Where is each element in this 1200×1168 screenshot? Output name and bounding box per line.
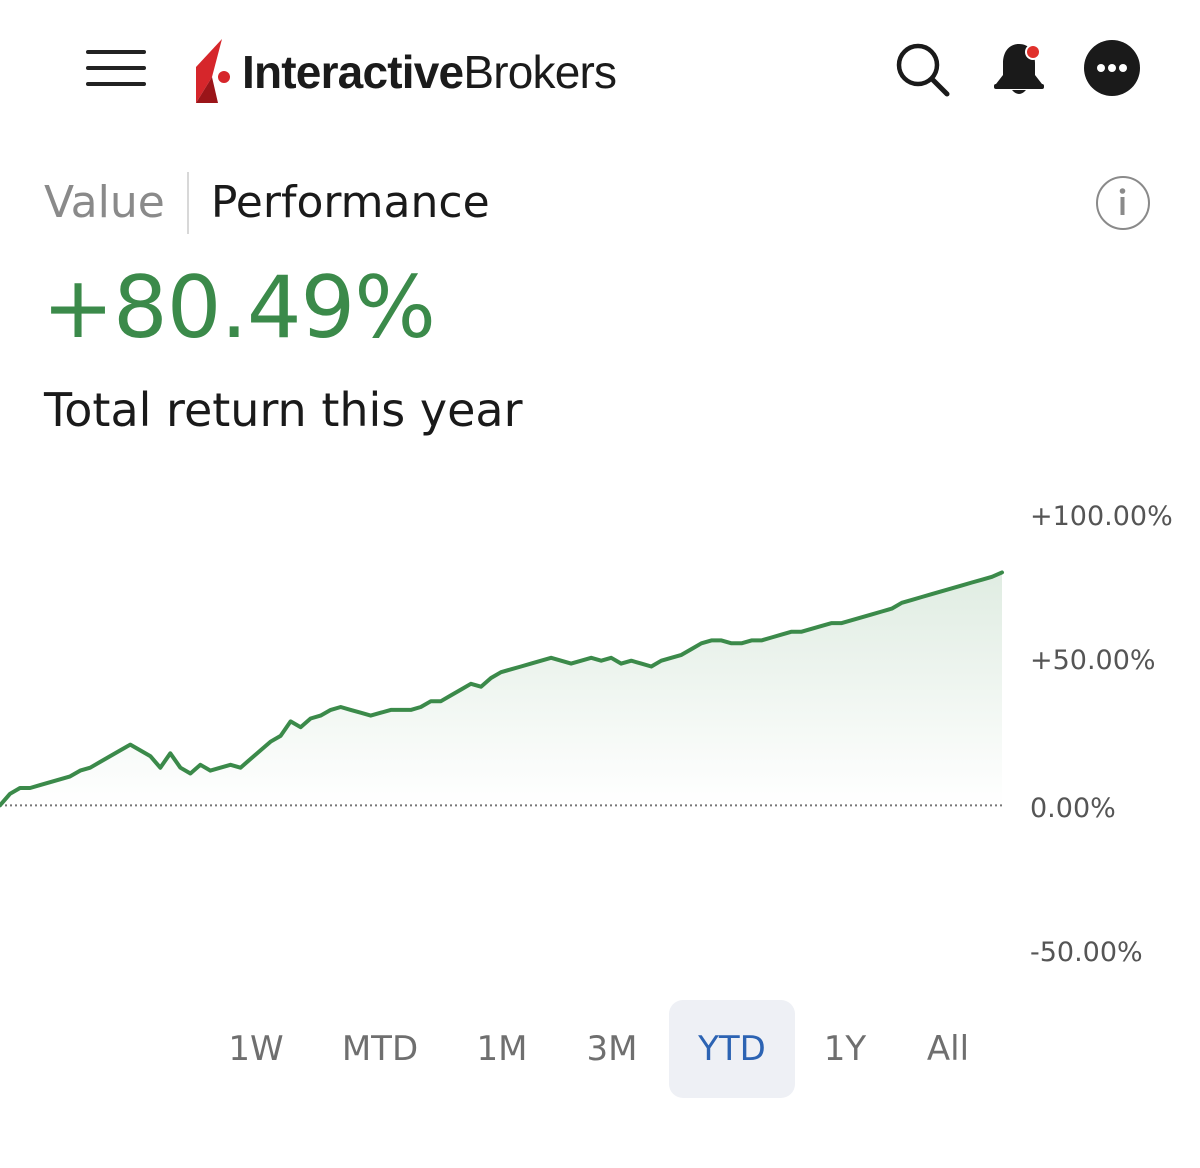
period-selector: 1W MTD 1M 3M YTD 1Y All: [0, 1000, 1200, 1100]
logo-flame-icon: [196, 39, 230, 103]
brand-logo: InteractiveBrokers: [192, 36, 617, 108]
brand-wordmark: InteractiveBrokers: [242, 46, 617, 98]
period-mtd[interactable]: MTD: [326, 1000, 434, 1098]
period-3m[interactable]: 3M: [566, 1000, 658, 1098]
info-icon[interactable]: [1096, 176, 1150, 230]
search-icon[interactable]: [892, 40, 952, 100]
y-tick-label: +100.00%: [1030, 501, 1173, 532]
period-1m[interactable]: 1M: [456, 1000, 548, 1098]
bell-icon[interactable]: [988, 38, 1050, 100]
y-tick-label: +50.00%: [1030, 645, 1156, 676]
y-tick-label: -50.00%: [1030, 937, 1143, 968]
app-header: InteractiveBrokers: [0, 0, 1200, 140]
tab-value[interactable]: Value: [44, 170, 187, 236]
view-tabs: Value Performance: [44, 170, 490, 236]
more-icon[interactable]: [1084, 40, 1140, 96]
period-all[interactable]: All: [904, 1000, 992, 1098]
performance-area-fill: [0, 572, 1002, 806]
performance-chart-svg: [0, 570, 1004, 808]
y-tick-label: 0.00%: [1030, 793, 1116, 824]
notification-dot: [1027, 46, 1039, 58]
performance-chart: +100.00% +50.00% 0.00% -50.00%: [0, 480, 1200, 1000]
period-ytd[interactable]: YTD: [669, 1000, 795, 1098]
period-1y[interactable]: 1Y: [800, 1000, 890, 1098]
tab-performance[interactable]: Performance: [189, 170, 490, 236]
menu-icon[interactable]: [84, 46, 150, 92]
total-return-label: Total return this year: [44, 383, 523, 437]
period-1w[interactable]: 1W: [210, 1000, 302, 1098]
logo-regular-text: Brokers: [463, 46, 617, 98]
logo-bold-text: Interactive: [242, 46, 464, 98]
total-return-value: +80.49%: [42, 258, 436, 358]
